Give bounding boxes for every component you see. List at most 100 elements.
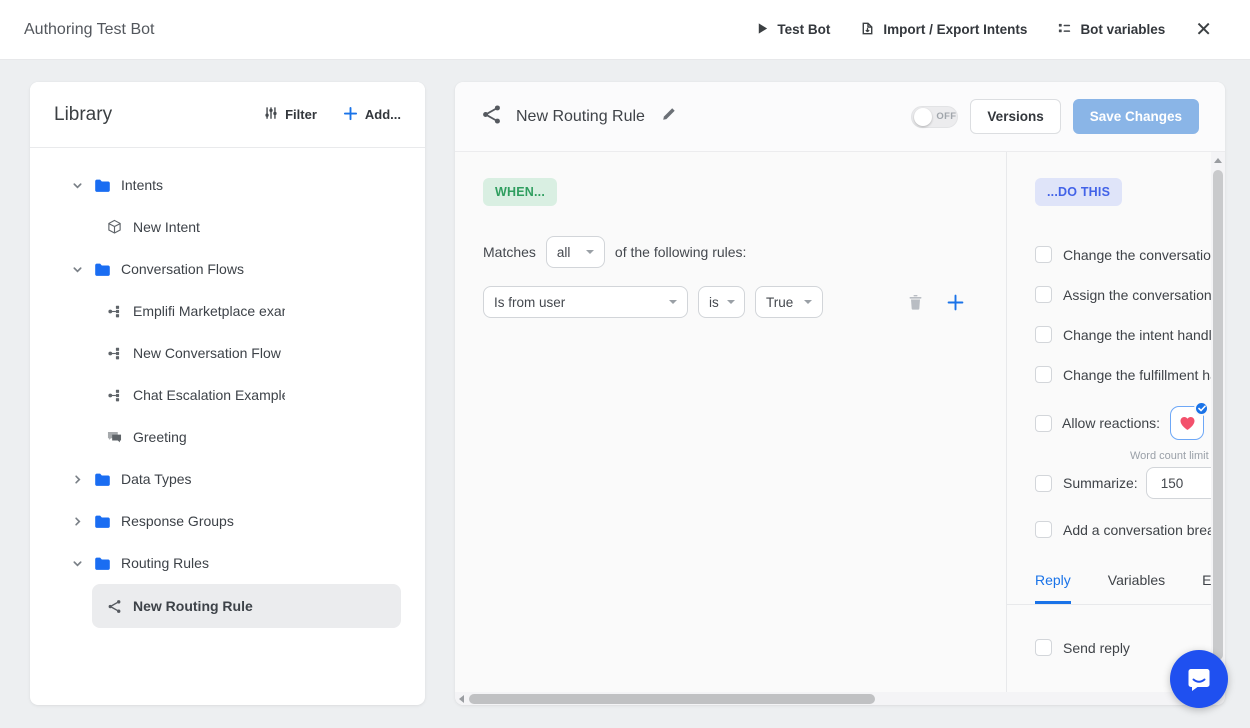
folder-icon xyxy=(93,514,111,529)
flow-icon xyxy=(105,388,123,403)
filter-button[interactable]: Filter xyxy=(264,106,317,123)
reaction-heart-chip[interactable] xyxy=(1170,406,1204,440)
import-export-intents-button[interactable]: Import / Export Intents xyxy=(860,21,1027,39)
tree-item-data-types[interactable]: Data Types xyxy=(54,458,401,500)
chevron-right-icon[interactable] xyxy=(71,474,83,485)
chevron-down-icon[interactable] xyxy=(71,264,83,275)
allow-reactions-label: Allow reactions: xyxy=(1062,415,1160,431)
folder-icon xyxy=(93,556,111,571)
tree-item-chat-escalation[interactable]: Chat Escalation Example xyxy=(54,374,401,416)
chat-bubble-icon xyxy=(1184,664,1214,694)
vertical-scrollbar-thumb[interactable] xyxy=(1213,170,1223,660)
match-mode-dropdown[interactable]: all xyxy=(546,236,605,268)
folder-icon xyxy=(93,262,111,277)
library-panel: Library Filter Add... xyxy=(30,82,425,705)
tree-item-new-intent[interactable]: New Intent xyxy=(54,206,401,248)
enabled-toggle[interactable]: OFF xyxy=(911,106,958,128)
word-count-input[interactable] xyxy=(1146,467,1211,499)
send-reply-label: Send reply xyxy=(1063,640,1130,656)
tree-item-response-groups[interactable]: Response Groups xyxy=(54,500,401,542)
action-row-change-fulfillment-handler: Change the fulfillment handler xyxy=(1035,366,1211,383)
variables-icon xyxy=(1057,21,1072,39)
editor-header: New Routing Rule OFF Versions Save Chang… xyxy=(455,82,1225,152)
chevron-down-icon[interactable] xyxy=(71,558,83,569)
assign-conversation-checkbox[interactable] xyxy=(1035,286,1052,303)
tree-item-label: Data Types xyxy=(121,471,192,487)
scroll-up-icon[interactable] xyxy=(1214,158,1222,163)
flow-icon xyxy=(105,346,123,361)
action-row-change-intent-handler: Change the intent handler xyxy=(1035,326,1211,343)
tree-item-label: Intents xyxy=(121,177,163,193)
action-label: Change the fulfillment handler xyxy=(1063,367,1211,383)
rule-operator-dropdown[interactable]: is xyxy=(698,286,745,318)
flow-icon xyxy=(105,304,123,319)
routing-rule-editor: New Routing Rule OFF Versions Save Chang… xyxy=(455,82,1225,705)
horizontal-scrollbar-thumb[interactable] xyxy=(469,694,875,704)
tree-item-label: New Intent xyxy=(133,219,200,235)
tree-item-emplifi-marketplace[interactable]: Emplifi Marketplace example xyxy=(54,290,401,332)
when-badge: WHEN... xyxy=(483,178,557,206)
filter-icon xyxy=(264,106,278,123)
file-download-icon xyxy=(860,21,875,39)
change-fulfillment-handler-checkbox[interactable] xyxy=(1035,366,1052,383)
toggle-knob xyxy=(914,108,932,126)
chevron-down-icon xyxy=(669,300,677,304)
chevron-down-icon xyxy=(727,300,735,304)
add-button[interactable]: Add... xyxy=(343,106,401,124)
test-bot-button[interactable]: Test Bot xyxy=(756,22,830,38)
chevron-right-icon[interactable] xyxy=(71,516,83,527)
chevron-down-icon[interactable] xyxy=(71,180,83,191)
save-changes-button[interactable]: Save Changes xyxy=(1073,99,1199,134)
top-bar-actions: Test Bot Import / Export Intents Bot var… xyxy=(756,20,1212,40)
tree-item-label: Greeting xyxy=(133,429,187,445)
reply-tabs: Reply Variables Email xyxy=(1007,572,1211,605)
tree-item-new-routing-rule[interactable]: New Routing Rule xyxy=(92,584,401,628)
rule-field-dropdown[interactable]: Is from user xyxy=(483,286,688,318)
tree-item-intents[interactable]: Intents xyxy=(54,164,401,206)
conversation-break-label: Add a conversation break xyxy=(1063,522,1211,538)
edit-pencil-icon[interactable] xyxy=(661,106,677,127)
matches-row: Matches all of the following rules: xyxy=(483,236,978,268)
editor-body: WHEN... Matches all of the following rul… xyxy=(455,152,1225,692)
action-row-change-status: Change the conversation status xyxy=(1035,246,1211,263)
rule-row: Is from user is True xyxy=(483,286,978,318)
rule-value-dropdown[interactable]: True xyxy=(755,286,823,318)
vertical-scrollbar[interactable] xyxy=(1211,152,1225,692)
tree-item-routing-rules[interactable]: Routing Rules xyxy=(54,542,401,584)
tab-reply[interactable]: Reply xyxy=(1035,572,1071,604)
summarize-checkbox[interactable] xyxy=(1035,475,1052,492)
import-export-label: Import / Export Intents xyxy=(883,22,1027,37)
tree-item-label: Conversation Flows xyxy=(121,261,244,277)
test-bot-label: Test Bot xyxy=(777,22,830,37)
toggle-state-label: OFF xyxy=(936,111,956,122)
bot-variables-button[interactable]: Bot variables xyxy=(1057,21,1165,39)
tab-variables[interactable]: Variables xyxy=(1108,572,1165,604)
intent-cube-icon xyxy=(105,219,123,235)
allow-reactions-checkbox[interactable] xyxy=(1035,415,1052,432)
add-rule-icon[interactable] xyxy=(947,294,964,311)
change-intent-handler-checkbox[interactable] xyxy=(1035,326,1052,343)
routing-rule-icon xyxy=(481,104,502,130)
folder-icon xyxy=(93,472,111,487)
tree-item-greeting[interactable]: Greeting xyxy=(54,416,401,458)
bot-title: Authoring Test Bot xyxy=(24,21,154,39)
tree-item-new-conversation-flow[interactable]: New Conversation Flow xyxy=(54,332,401,374)
versions-button[interactable]: Versions xyxy=(970,99,1060,134)
tab-email[interactable]: Email xyxy=(1202,572,1211,604)
add-label: Add... xyxy=(365,107,401,122)
change-status-checkbox[interactable] xyxy=(1035,246,1052,263)
library-tree: Intents New Intent Conversation Flows xyxy=(30,148,425,628)
rule-operator-value: is xyxy=(709,295,719,310)
close-icon[interactable]: ✕ xyxy=(1195,20,1212,40)
allow-reactions-row: Allow reactions: 😜 xyxy=(1035,406,1211,440)
library-header: Library Filter Add... xyxy=(30,82,425,148)
conversation-break-checkbox[interactable] xyxy=(1035,521,1052,538)
horizontal-scrollbar[interactable] xyxy=(455,692,1225,705)
chat-launcher-button[interactable] xyxy=(1170,650,1228,708)
match-mode-value: all xyxy=(557,245,571,260)
send-reply-checkbox[interactable] xyxy=(1035,639,1052,656)
delete-rule-icon[interactable] xyxy=(908,294,923,310)
summarize-label: Summarize: xyxy=(1063,475,1138,491)
scroll-left-icon[interactable] xyxy=(459,695,464,703)
tree-item-conversation-flows[interactable]: Conversation Flows xyxy=(54,248,401,290)
